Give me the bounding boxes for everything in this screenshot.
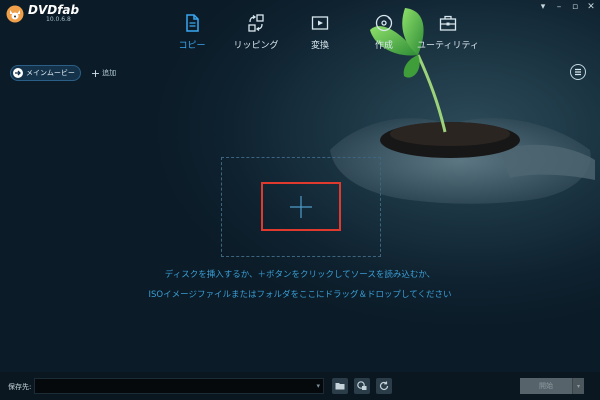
instruction-line-2: ISOイメージファイルまたはフォルダをここにドラッグ＆ドロップしてください [148,290,452,300]
video-icon [311,16,329,30]
tab-convert[interactable]: 変換 [288,14,352,51]
toolbox-icon [439,15,457,31]
plus-icon: + [90,66,101,80]
start-button[interactable]: 開始 [520,378,572,394]
save-to-label: 保存先: [8,383,32,391]
add-source-big-button[interactable] [261,182,341,231]
tab-copy-label: コピー [178,41,206,51]
tab-ripping[interactable]: リッピング [224,14,288,51]
close-icon[interactable]: ✕ [586,2,596,12]
folder-icon [335,383,345,390]
disc-folder-icon [357,381,367,390]
tab-create-label: 作成 [374,41,393,51]
convert-arrows-icon [248,14,264,32]
sub-toolbar: メインムービー + 追加 [10,65,116,81]
plus-icon [290,195,312,218]
refresh-icon [379,381,389,391]
tab-copy[interactable]: コピー [160,14,224,51]
chevron-down-icon[interactable]: ▾ [316,382,320,390]
main-nav: コピー リッピング 変換 作成 ユーティリティ [160,14,480,51]
disc-icon [375,14,393,32]
tab-create[interactable]: 作成 [352,14,416,51]
footer-bar: 保存先: ▾ 開始 ▾ [0,372,600,400]
start-options-chevron-icon[interactable]: ▾ [572,378,584,394]
mode-label: メインムービー [26,69,75,77]
add-label: 追加 [102,69,117,77]
pin-icon[interactable]: ▾ [538,2,548,12]
browse-folder-button[interactable] [332,378,348,394]
document-icon [186,14,199,32]
tab-ripping-label: リッピング [233,41,279,51]
tab-utility-label: ユーティリティ [417,41,479,51]
add-source-button[interactable]: + 追加 [91,67,116,80]
list-menu-icon [575,68,581,76]
save-to-iso-button[interactable] [354,378,370,394]
instruction-line-1: ディスクを挿入するか、＋ボタンをクリックしてソースを読み込むか、 [164,270,436,280]
fox-logo-icon [6,5,24,23]
logo-text: DVDfab [28,3,80,17]
tab-utility[interactable]: ユーティリティ [416,14,480,51]
arrow-right-icon [13,68,23,78]
window-controls: ▾ – ▫ ✕ [538,2,596,12]
mode-selector[interactable]: メインムービー [10,65,81,81]
refresh-button[interactable] [376,378,392,394]
save-path-field[interactable]: ▾ [34,378,324,394]
maximize-icon[interactable]: ▫ [570,2,580,12]
app-logo: DVDfab 10.0.6.8 [6,4,79,24]
minimize-icon[interactable]: – [554,2,564,12]
app-version: 10.0.6.8 [46,16,71,23]
menu-button[interactable] [570,64,586,80]
tab-convert-label: 変換 [310,41,329,51]
app-window: DVDfab 10.0.6.8 ▾ – ▫ ✕ コピー リッピング 変換 作成 … [0,0,600,400]
